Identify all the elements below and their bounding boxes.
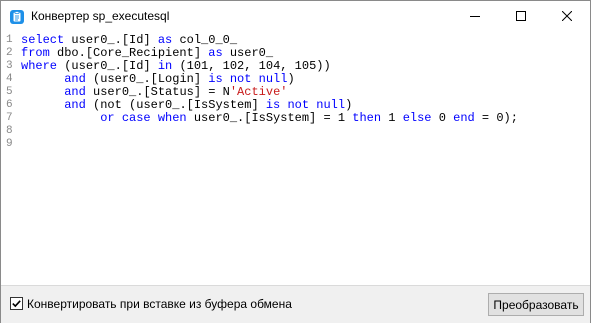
sql-text: ) bbox=[287, 72, 295, 86]
line-number: 7 bbox=[6, 112, 13, 124]
sql-keyword: where bbox=[21, 59, 58, 73]
footer-bar: Конвертировать при вставке из буфера обм… bbox=[1, 285, 590, 323]
line-number-gutter: 1 2 3 4 5 6 7 8 9 bbox=[1, 32, 19, 282]
sql-keyword: and bbox=[64, 98, 86, 112]
sql-keyword: from bbox=[21, 46, 50, 60]
sql-text: (user0_.[Login] bbox=[85, 72, 209, 86]
sql-text: 0 bbox=[431, 111, 454, 125]
sql-keyword: else bbox=[402, 111, 432, 125]
code-line: or case when user0_.[IsSystem] = 1 then … bbox=[21, 112, 518, 125]
checkmark-icon bbox=[12, 300, 21, 308]
sql-keyword: and bbox=[64, 72, 86, 86]
sql-keyword: is not null bbox=[208, 72, 288, 86]
sql-keyword: in bbox=[157, 59, 173, 73]
sql-keyword: is not null bbox=[265, 98, 346, 112]
line-number: 5 bbox=[6, 86, 13, 98]
sql-text: col_0_0_ bbox=[172, 33, 238, 47]
convert-button[interactable]: Преобразовать bbox=[488, 293, 584, 316]
sql-text: 1 bbox=[381, 111, 403, 125]
sql-text: (101, 102, 104, 105)) bbox=[172, 59, 331, 73]
sql-text: = 0); bbox=[474, 111, 518, 125]
maximize-icon bbox=[516, 8, 526, 26]
minimize-icon bbox=[470, 8, 480, 26]
line-number: 4 bbox=[6, 73, 13, 85]
sql-keyword: end bbox=[453, 111, 475, 125]
sql-string: 'Active' bbox=[229, 85, 288, 99]
line-number: 9 bbox=[6, 138, 13, 150]
sql-text: (user0_.[Id] bbox=[57, 59, 158, 73]
sql-text: (not (user0_.[IsSystem] bbox=[85, 98, 266, 112]
minimize-button[interactable] bbox=[452, 1, 498, 32]
clipboard-app-icon bbox=[9, 9, 25, 25]
sql-keyword: as bbox=[208, 46, 223, 60]
converter-window: Конвертер sp_executesql 1 2 3 4 5 6 7 8 … bbox=[0, 0, 591, 323]
sql-keyword: select bbox=[21, 33, 65, 47]
line-number: 1 bbox=[6, 34, 13, 46]
sql-keyword: or case when bbox=[100, 111, 187, 125]
line-number: 3 bbox=[6, 60, 13, 72]
sql-text: user0_.[IsSystem] = 1 bbox=[186, 111, 353, 125]
sql-editor[interactable]: 1 2 3 4 5 6 7 8 9 select user0_.[Id] as … bbox=[1, 32, 590, 282]
close-icon bbox=[561, 8, 573, 26]
sql-text: user0_.[Id] bbox=[64, 33, 158, 47]
sql-keyword: as bbox=[157, 33, 173, 47]
sql-text: user0_.[Status] = N bbox=[85, 85, 230, 99]
window-title: Конвертер sp_executesql bbox=[31, 9, 170, 23]
convert-on-paste-label[interactable]: Конвертировать при вставке из буфера обм… bbox=[27, 297, 292, 311]
maximize-button[interactable] bbox=[498, 1, 544, 32]
title-bar[interactable]: Конвертер sp_executesql bbox=[1, 1, 590, 32]
sql-text: dbo.[Core_Recipient] bbox=[49, 46, 209, 60]
sql-text: user0_ bbox=[222, 46, 274, 60]
sql-keyword: then bbox=[352, 111, 382, 125]
line-number: 6 bbox=[6, 99, 13, 111]
convert-on-paste-checkbox[interactable] bbox=[10, 297, 23, 310]
close-button[interactable] bbox=[544, 1, 590, 32]
line-number: 8 bbox=[6, 125, 13, 137]
line-number: 2 bbox=[6, 47, 13, 59]
sql-keyword: and bbox=[64, 85, 86, 99]
sql-text: ) bbox=[345, 98, 353, 112]
